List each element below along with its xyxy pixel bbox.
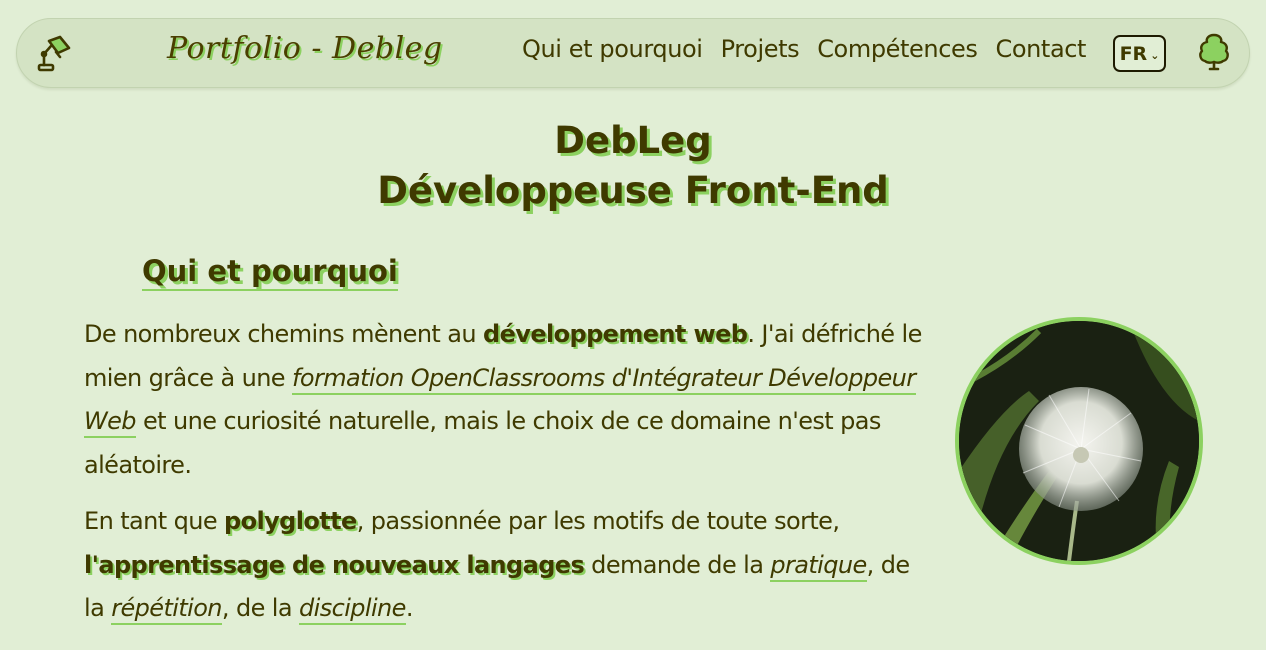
text: demande de la	[584, 550, 771, 579]
language-select[interactable]: FR ⌄	[1113, 35, 1166, 72]
nav-link-projets[interactable]: Projets	[721, 35, 800, 63]
nav-link-contact[interactable]: Contact	[995, 35, 1086, 63]
text: , passionnée par les motifs de toute sor…	[356, 507, 840, 535]
text: .	[405, 594, 414, 622]
paragraph-1: De nombreux chemins mènent au développem…	[84, 313, 934, 487]
bold-development-web: développement web	[483, 320, 748, 348]
nav-link-competences[interactable]: Compétences	[817, 35, 978, 63]
nav-link-qui-et-pourquoi[interactable]: Qui et pourquoi	[522, 35, 703, 63]
hero-title: DebLeg Développeuse Front-End	[0, 116, 1266, 216]
language-select-value: FR	[1119, 42, 1148, 65]
text: et une curiosité naturelle, mais le choi…	[84, 407, 881, 479]
link-discipline[interactable]: discipline	[299, 594, 406, 625]
bold-apprentissage: l'apprentissage de nouveaux langages	[84, 550, 585, 579]
nav-links: Qui et pourquoi Projets Compétences Cont…	[522, 35, 1086, 63]
text: De nombreux chemins mènent au	[84, 320, 484, 348]
bold-polyglotte: polyglotte	[224, 507, 357, 535]
section-body: De nombreux chemins mènent au développem…	[84, 313, 934, 644]
text: En tant que	[84, 507, 225, 535]
desk-lamp-icon[interactable]	[36, 34, 72, 72]
hero-name: DebLeg	[554, 119, 712, 162]
paragraph-2: En tant que polyglotte, passionnée par l…	[84, 500, 934, 631]
link-pratique[interactable]: pratique	[770, 550, 867, 582]
link-repetition[interactable]: répétition	[111, 594, 223, 625]
section-title: Qui et pourquoi	[142, 254, 398, 291]
tree-icon[interactable]	[1197, 33, 1231, 71]
chevron-down-icon: ⌄	[1150, 48, 1160, 62]
text: , de la	[221, 594, 299, 622]
brand-logo[interactable]: Portfolio - Debleg	[167, 31, 443, 66]
navbar: Portfolio - Debleg Qui et pourquoi Proje…	[16, 18, 1250, 88]
dandelion-photo	[955, 317, 1203, 565]
hero-role: Développeuse Front-End	[377, 169, 889, 212]
